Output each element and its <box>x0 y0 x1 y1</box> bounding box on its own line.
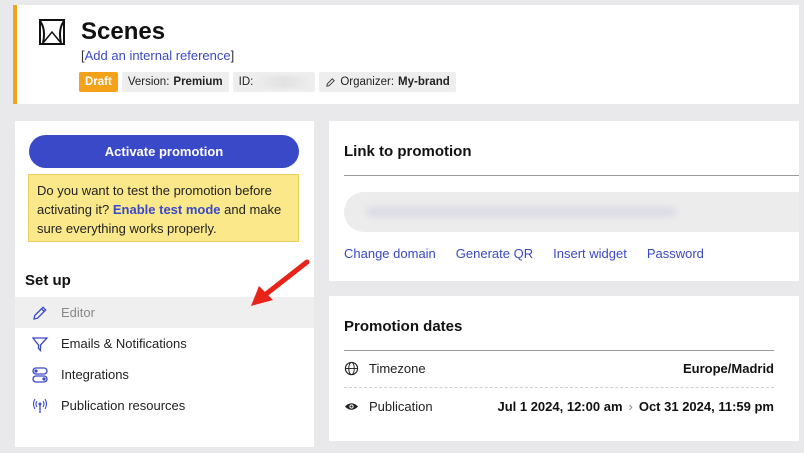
pencil-icon <box>33 305 47 320</box>
globe-icon <box>344 361 359 375</box>
enable-test-mode-link[interactable]: Enable test mode <box>113 202 221 217</box>
divider <box>344 387 774 388</box>
eye-icon <box>344 402 359 410</box>
menu-item-publication-resources[interactable]: Publication resources <box>15 390 314 421</box>
page-title: Scenes <box>81 18 166 45</box>
add-internal-reference-link[interactable]: Add an internal reference <box>85 48 231 63</box>
broadcast-icon <box>32 398 48 413</box>
id-value-redacted <box>257 76 310 88</box>
chevron-right-icon: › <box>628 398 633 414</box>
status-badges: Draft Version: Premium ID: Organizer: My… <box>79 72 456 92</box>
draft-badge: Draft <box>79 72 118 92</box>
promotion-url-field[interactable] <box>344 192 799 232</box>
internal-reference: [Add an internal reference] <box>81 48 235 63</box>
link-to-promotion-card: Link to promotion Change domain Generate… <box>329 121 799 281</box>
promotion-header: Scenes [Add an internal reference] Draft… <box>13 5 799 104</box>
publication-row: Publication Jul 1 2024, 12:00 am › Oct 3… <box>344 394 774 418</box>
organizer-badge[interactable]: Organizer: My-brand <box>319 72 456 92</box>
dates-card-title: Promotion dates <box>344 318 463 335</box>
version-badge: Version: Premium <box>121 72 229 92</box>
change-domain-link[interactable]: Change domain <box>344 246 436 261</box>
promotion-dates-card: Promotion dates Timezone Europe/Madrid P… <box>329 296 799 441</box>
divider <box>344 175 799 176</box>
password-link[interactable]: Password <box>647 246 704 261</box>
menu-item-integrations[interactable]: Integrations <box>15 359 314 390</box>
insert-widget-link[interactable]: Insert widget <box>553 246 627 261</box>
scene-stage-icon <box>39 19 65 45</box>
menu-item-emails-notifications[interactable]: Emails & Notifications <box>15 328 314 359</box>
activate-promotion-button[interactable]: Activate promotion <box>29 135 299 168</box>
send-icon <box>31 336 49 352</box>
timezone-value: Europe/Madrid <box>682 360 774 376</box>
publication-range: Jul 1 2024, 12:00 am › Oct 31 2024, 11:5… <box>497 399 774 414</box>
id-badge: ID: <box>232 72 316 92</box>
setup-heading: Set up <box>25 272 71 289</box>
timezone-row: Timezone Europe/Madrid <box>344 356 774 380</box>
generate-qr-link[interactable]: Generate QR <box>456 246 533 261</box>
divider <box>344 350 774 351</box>
test-mode-notice: Do you want to test the promotion before… <box>28 174 299 242</box>
setup-menu: Editor Emails & Notifications Integratio… <box>15 297 314 421</box>
link-card-title: Link to promotion <box>344 143 472 160</box>
annotation-arrow <box>251 259 310 306</box>
toggle-icon <box>32 366 48 383</box>
promotion-url-redacted <box>366 207 676 217</box>
pencil-icon <box>326 77 336 87</box>
link-actions: Change domain Generate QR Insert widget … <box>344 246 704 261</box>
publication-end: Oct 31 2024, 11:59 pm <box>638 398 774 414</box>
publication-start: Jul 1 2024, 12:00 am <box>497 398 623 414</box>
